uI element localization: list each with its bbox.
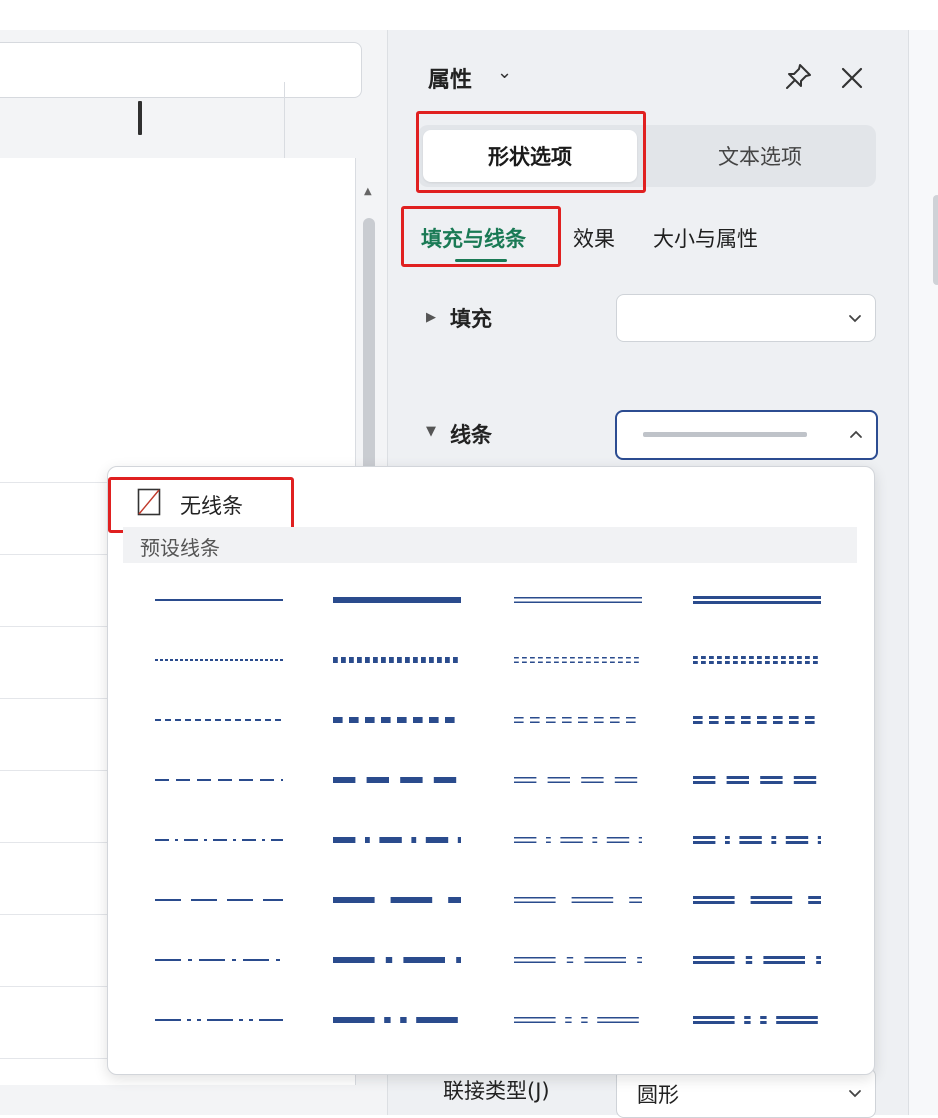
join-type-value: 圆形: [637, 1083, 679, 1107]
line-style-option-long-dash-dot-single-thin[interactable]: [155, 947, 285, 973]
line-style-option-long-dash-double-thick[interactable]: [693, 887, 823, 913]
line-style-preview: [693, 596, 821, 604]
pin-icon[interactable]: [783, 62, 813, 92]
line-style-preview: [155, 719, 283, 721]
line-style-option-square-dot-double-thin[interactable]: [514, 707, 644, 733]
chevron-down-icon[interactable]: ⌄: [497, 62, 512, 83]
subtab-effects[interactable]: 效果: [573, 223, 615, 253]
line-style-preview: [514, 717, 642, 723]
line-style-preview: [155, 1019, 283, 1021]
line-style-preview: [155, 599, 283, 601]
line-style-option-long-dash-dot-double-thick[interactable]: [693, 947, 823, 973]
tab-text-options[interactable]: 文本选项: [648, 130, 872, 182]
line-style-preview: [333, 717, 461, 723]
line-style-option-solid-single-thin[interactable]: [155, 587, 285, 613]
line-style-option-round-dot-single-thick[interactable]: [333, 647, 463, 673]
line-style-preview: [155, 899, 283, 901]
line-style-preview: [333, 897, 461, 903]
line-style-option-solid-double-thin[interactable]: [514, 587, 644, 613]
line-style-option-square-dot-double-thick[interactable]: [693, 707, 823, 733]
line-style-preview: [333, 957, 461, 963]
current-line-preview: [643, 432, 807, 437]
line-style-preview: [155, 959, 283, 961]
line-style-option-long-dash-single-thick[interactable]: [333, 887, 463, 913]
line-style-option-square-dot-single-thin[interactable]: [155, 707, 285, 733]
line-style-preview: [514, 837, 642, 843]
line-section-label[interactable]: 线条: [450, 419, 492, 449]
line-style-option-dash-dot-single-thick[interactable]: [333, 827, 463, 853]
line-style-preview: [514, 657, 642, 663]
line-style-preview: [333, 837, 461, 843]
panel-title[interactable]: 属性: [428, 62, 472, 94]
line-style-preview: [693, 776, 821, 784]
line-style-option-dash-dot-double-thin[interactable]: [514, 827, 644, 853]
line-style-preview: [693, 956, 821, 964]
line-style-preview: [333, 657, 461, 663]
line-style-option-dash-single-thick[interactable]: [333, 767, 463, 793]
line-style-preview: [514, 597, 642, 603]
chevron-down-icon: [849, 1090, 861, 1098]
chevron-down-icon: [849, 315, 861, 323]
line-style-option-long-dash-double-thin[interactable]: [514, 887, 644, 913]
line-style-option-dash-single-thin[interactable]: [155, 767, 285, 793]
chevron-up-icon: [850, 430, 862, 438]
line-style-preview: [693, 656, 821, 664]
fill-section-label[interactable]: 填充: [450, 303, 492, 333]
text-cursor: [138, 101, 142, 135]
line-style-preview: [333, 1017, 461, 1023]
line-style-preview: [693, 896, 821, 904]
active-subtab-indicator: [455, 259, 507, 262]
line-style-option-round-dot-single-thin[interactable]: [155, 647, 285, 673]
line-style-preview: [693, 1016, 821, 1024]
line-style-preview: [514, 1017, 642, 1023]
line-style-dropdown[interactable]: [615, 410, 878, 460]
line-style-preview: [155, 839, 283, 841]
line-style-option-dash-double-thin[interactable]: [514, 767, 644, 793]
line-style-preview: [514, 777, 642, 783]
collapse-arrow-icon[interactable]: ▼: [426, 424, 436, 439]
preset-lines-label: 预设线条: [140, 536, 220, 560]
line-style-option-long-dash-dot-single-thick[interactable]: [333, 947, 463, 973]
join-type-dropdown[interactable]: 圆形: [616, 1068, 876, 1118]
line-style-option-dash-dot-double-thick[interactable]: [693, 827, 823, 853]
side-scroll-handle[interactable]: [933, 195, 938, 285]
line-style-preview: [155, 779, 283, 781]
line-style-option-solid-single-thick[interactable]: [333, 587, 463, 613]
subtab-size-and-properties[interactable]: 大小与属性: [653, 223, 758, 253]
expand-arrow-icon[interactable]: ▶: [426, 310, 436, 325]
tab-shape-options[interactable]: 形状选项: [423, 130, 637, 182]
subtab-fill-and-line[interactable]: 填充与线条: [421, 223, 526, 253]
no-line-icon[interactable]: [137, 488, 161, 516]
line-style-preview: [514, 897, 642, 903]
line-style-preview: [333, 597, 461, 603]
line-style-option-long-dash-dot-double-thin[interactable]: [514, 947, 644, 973]
line-style-option-long-dash-dot-dot-single-thin[interactable]: [155, 1007, 285, 1033]
fill-dropdown[interactable]: [616, 294, 876, 342]
formula-bar-input[interactable]: [0, 42, 362, 98]
line-style-option-long-dash-single-thin[interactable]: [155, 887, 285, 913]
line-style-preview: [693, 836, 821, 844]
line-style-option-long-dash-dot-dot-single-thick[interactable]: [333, 1007, 463, 1033]
line-style-option-round-dot-double-thin[interactable]: [514, 647, 644, 673]
preset-lines-header: [123, 527, 857, 563]
line-style-preview: [155, 659, 283, 661]
scroll-up-arrow-icon[interactable]: ▲: [364, 186, 372, 197]
join-type-label: 联接类型(J): [443, 1079, 550, 1103]
line-style-option-long-dash-dot-dot-double-thin[interactable]: [514, 1007, 644, 1033]
line-style-preview: [333, 777, 461, 783]
no-line-option[interactable]: 无线条: [180, 490, 243, 520]
line-style-preview: [514, 957, 642, 963]
line-style-option-dash-dot-single-thin[interactable]: [155, 827, 285, 853]
top-bar: [0, 0, 938, 31]
line-style-option-round-dot-double-thick[interactable]: [693, 647, 823, 673]
line-style-option-square-dot-single-thick[interactable]: [333, 707, 463, 733]
side-strip: [908, 30, 938, 1115]
line-style-option-dash-double-thick[interactable]: [693, 767, 823, 793]
line-style-option-solid-double-thick[interactable]: [693, 587, 823, 613]
close-icon[interactable]: [838, 64, 866, 92]
line-style-option-long-dash-dot-dot-double-thick[interactable]: [693, 1007, 823, 1033]
line-style-preview: [693, 716, 821, 724]
